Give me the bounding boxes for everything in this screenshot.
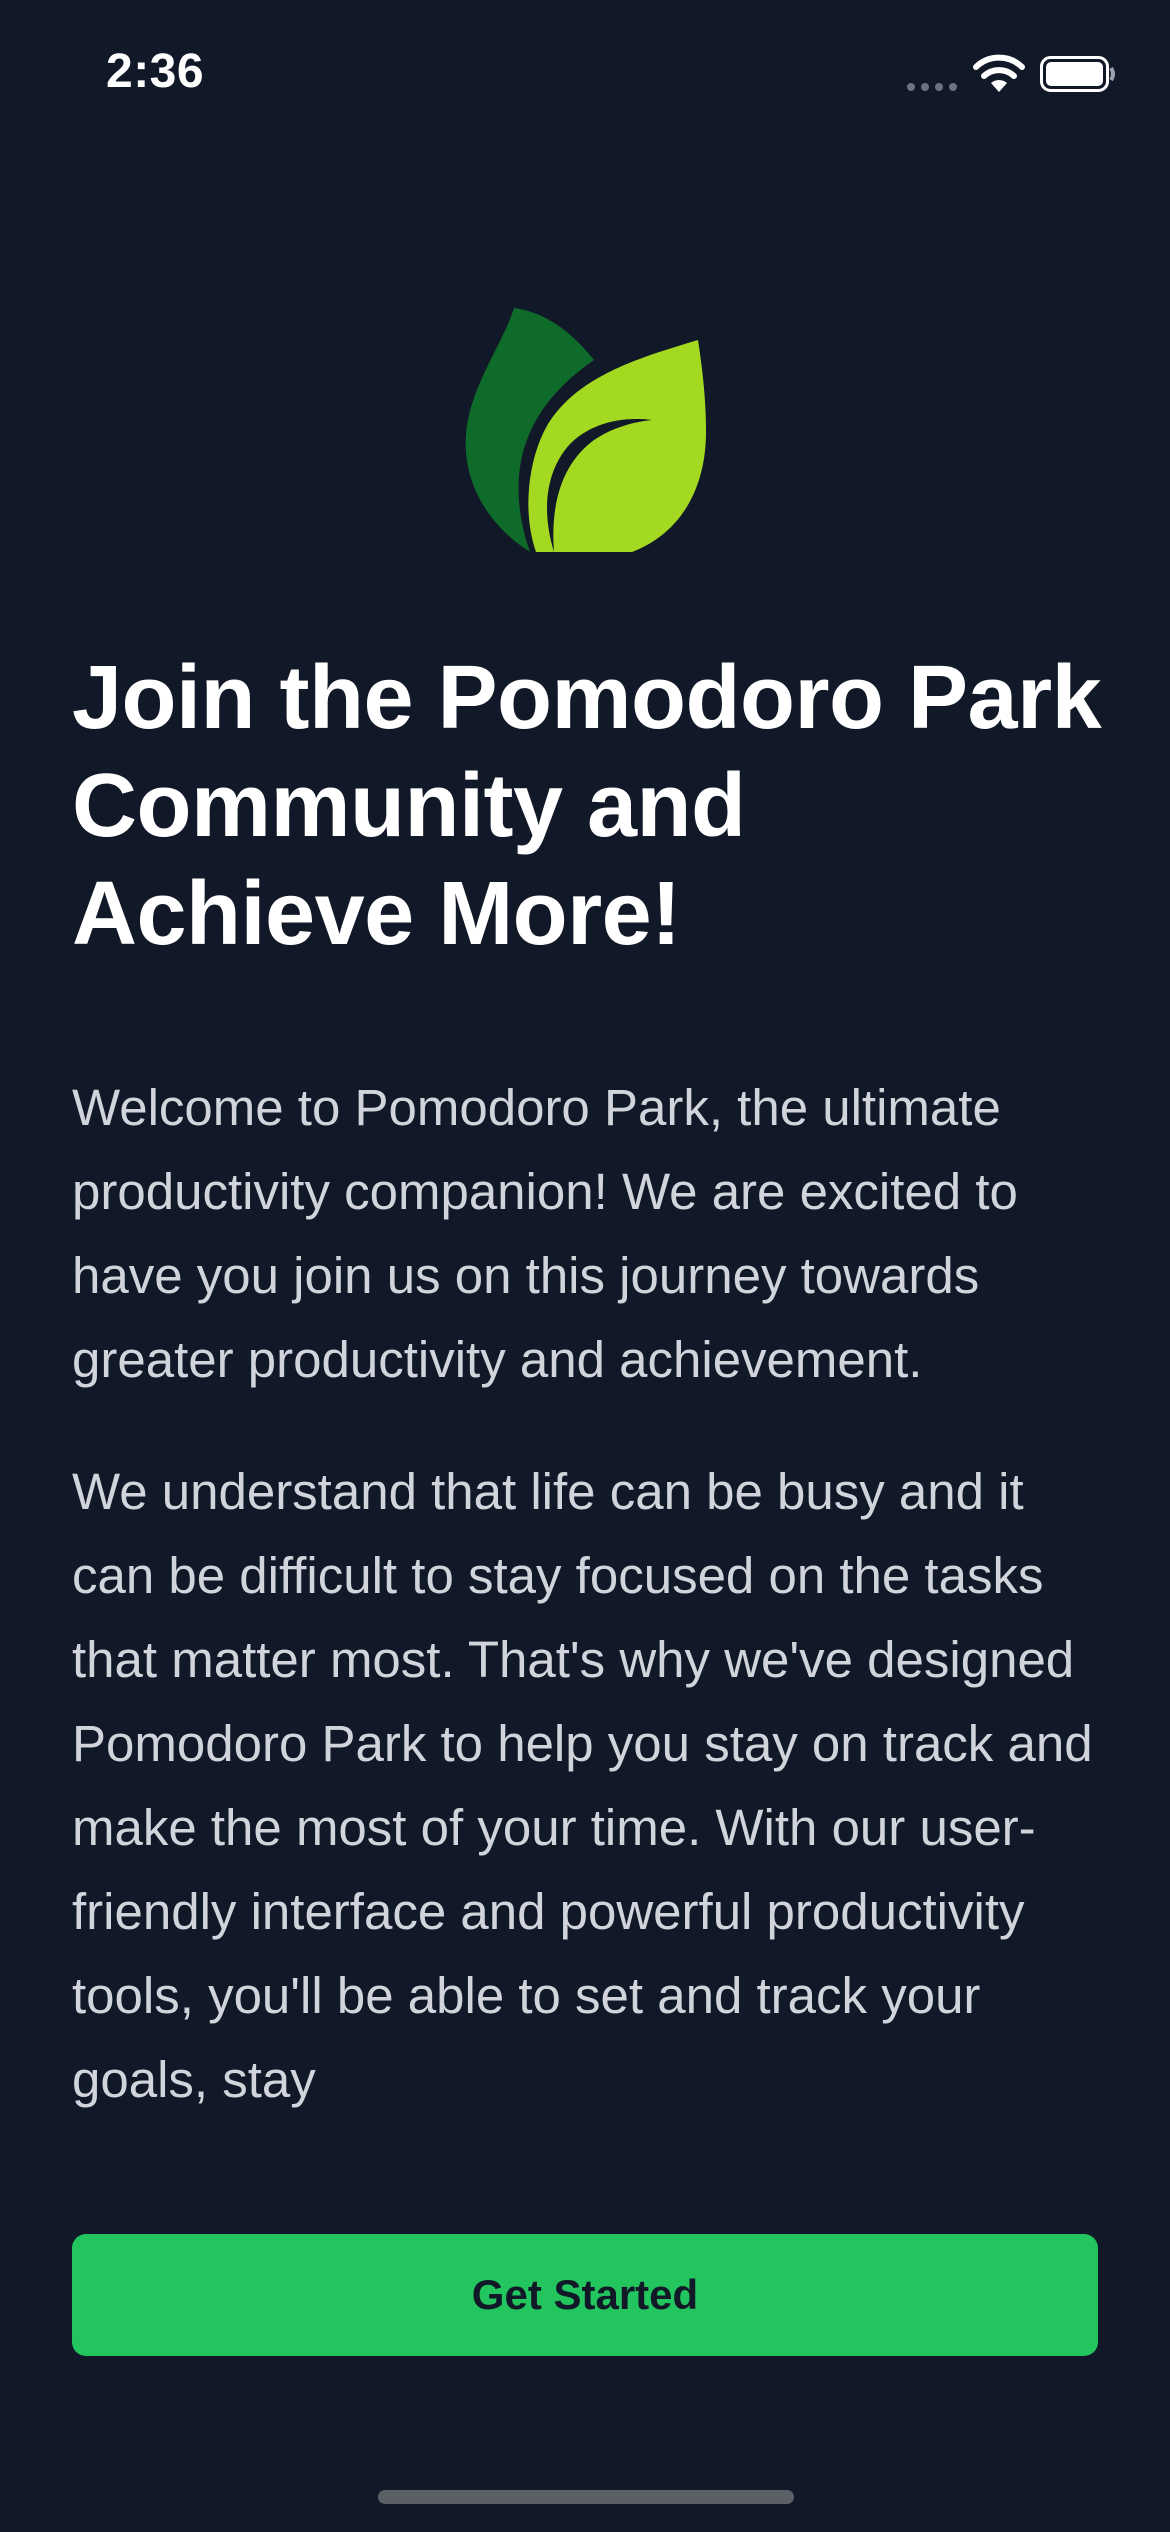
page-title: Join the Pomodoro Park Community and Ach… — [72, 648, 1102, 964]
status-time: 2:36 — [106, 45, 205, 98]
leaf-logo-icon — [465, 308, 706, 552]
status-bar: 2:36 — [0, 0, 1170, 150]
wifi-icon — [973, 54, 1025, 92]
get-started-button[interactable]: Get Started — [72, 2234, 1098, 2356]
cellular-signal-icon — [907, 83, 957, 91]
onboarding-screen: 2:36 Join the Pomodoro Park Community an… — [0, 0, 1170, 2532]
home-indicator[interactable] — [378, 2490, 794, 2504]
battery-icon — [1040, 56, 1115, 92]
intro-paragraph: Welcome to Pomodoro Park, the ultimate p… — [72, 1079, 1018, 1388]
description-paragraph: We understand that life can be busy and … — [72, 1463, 1093, 2108]
